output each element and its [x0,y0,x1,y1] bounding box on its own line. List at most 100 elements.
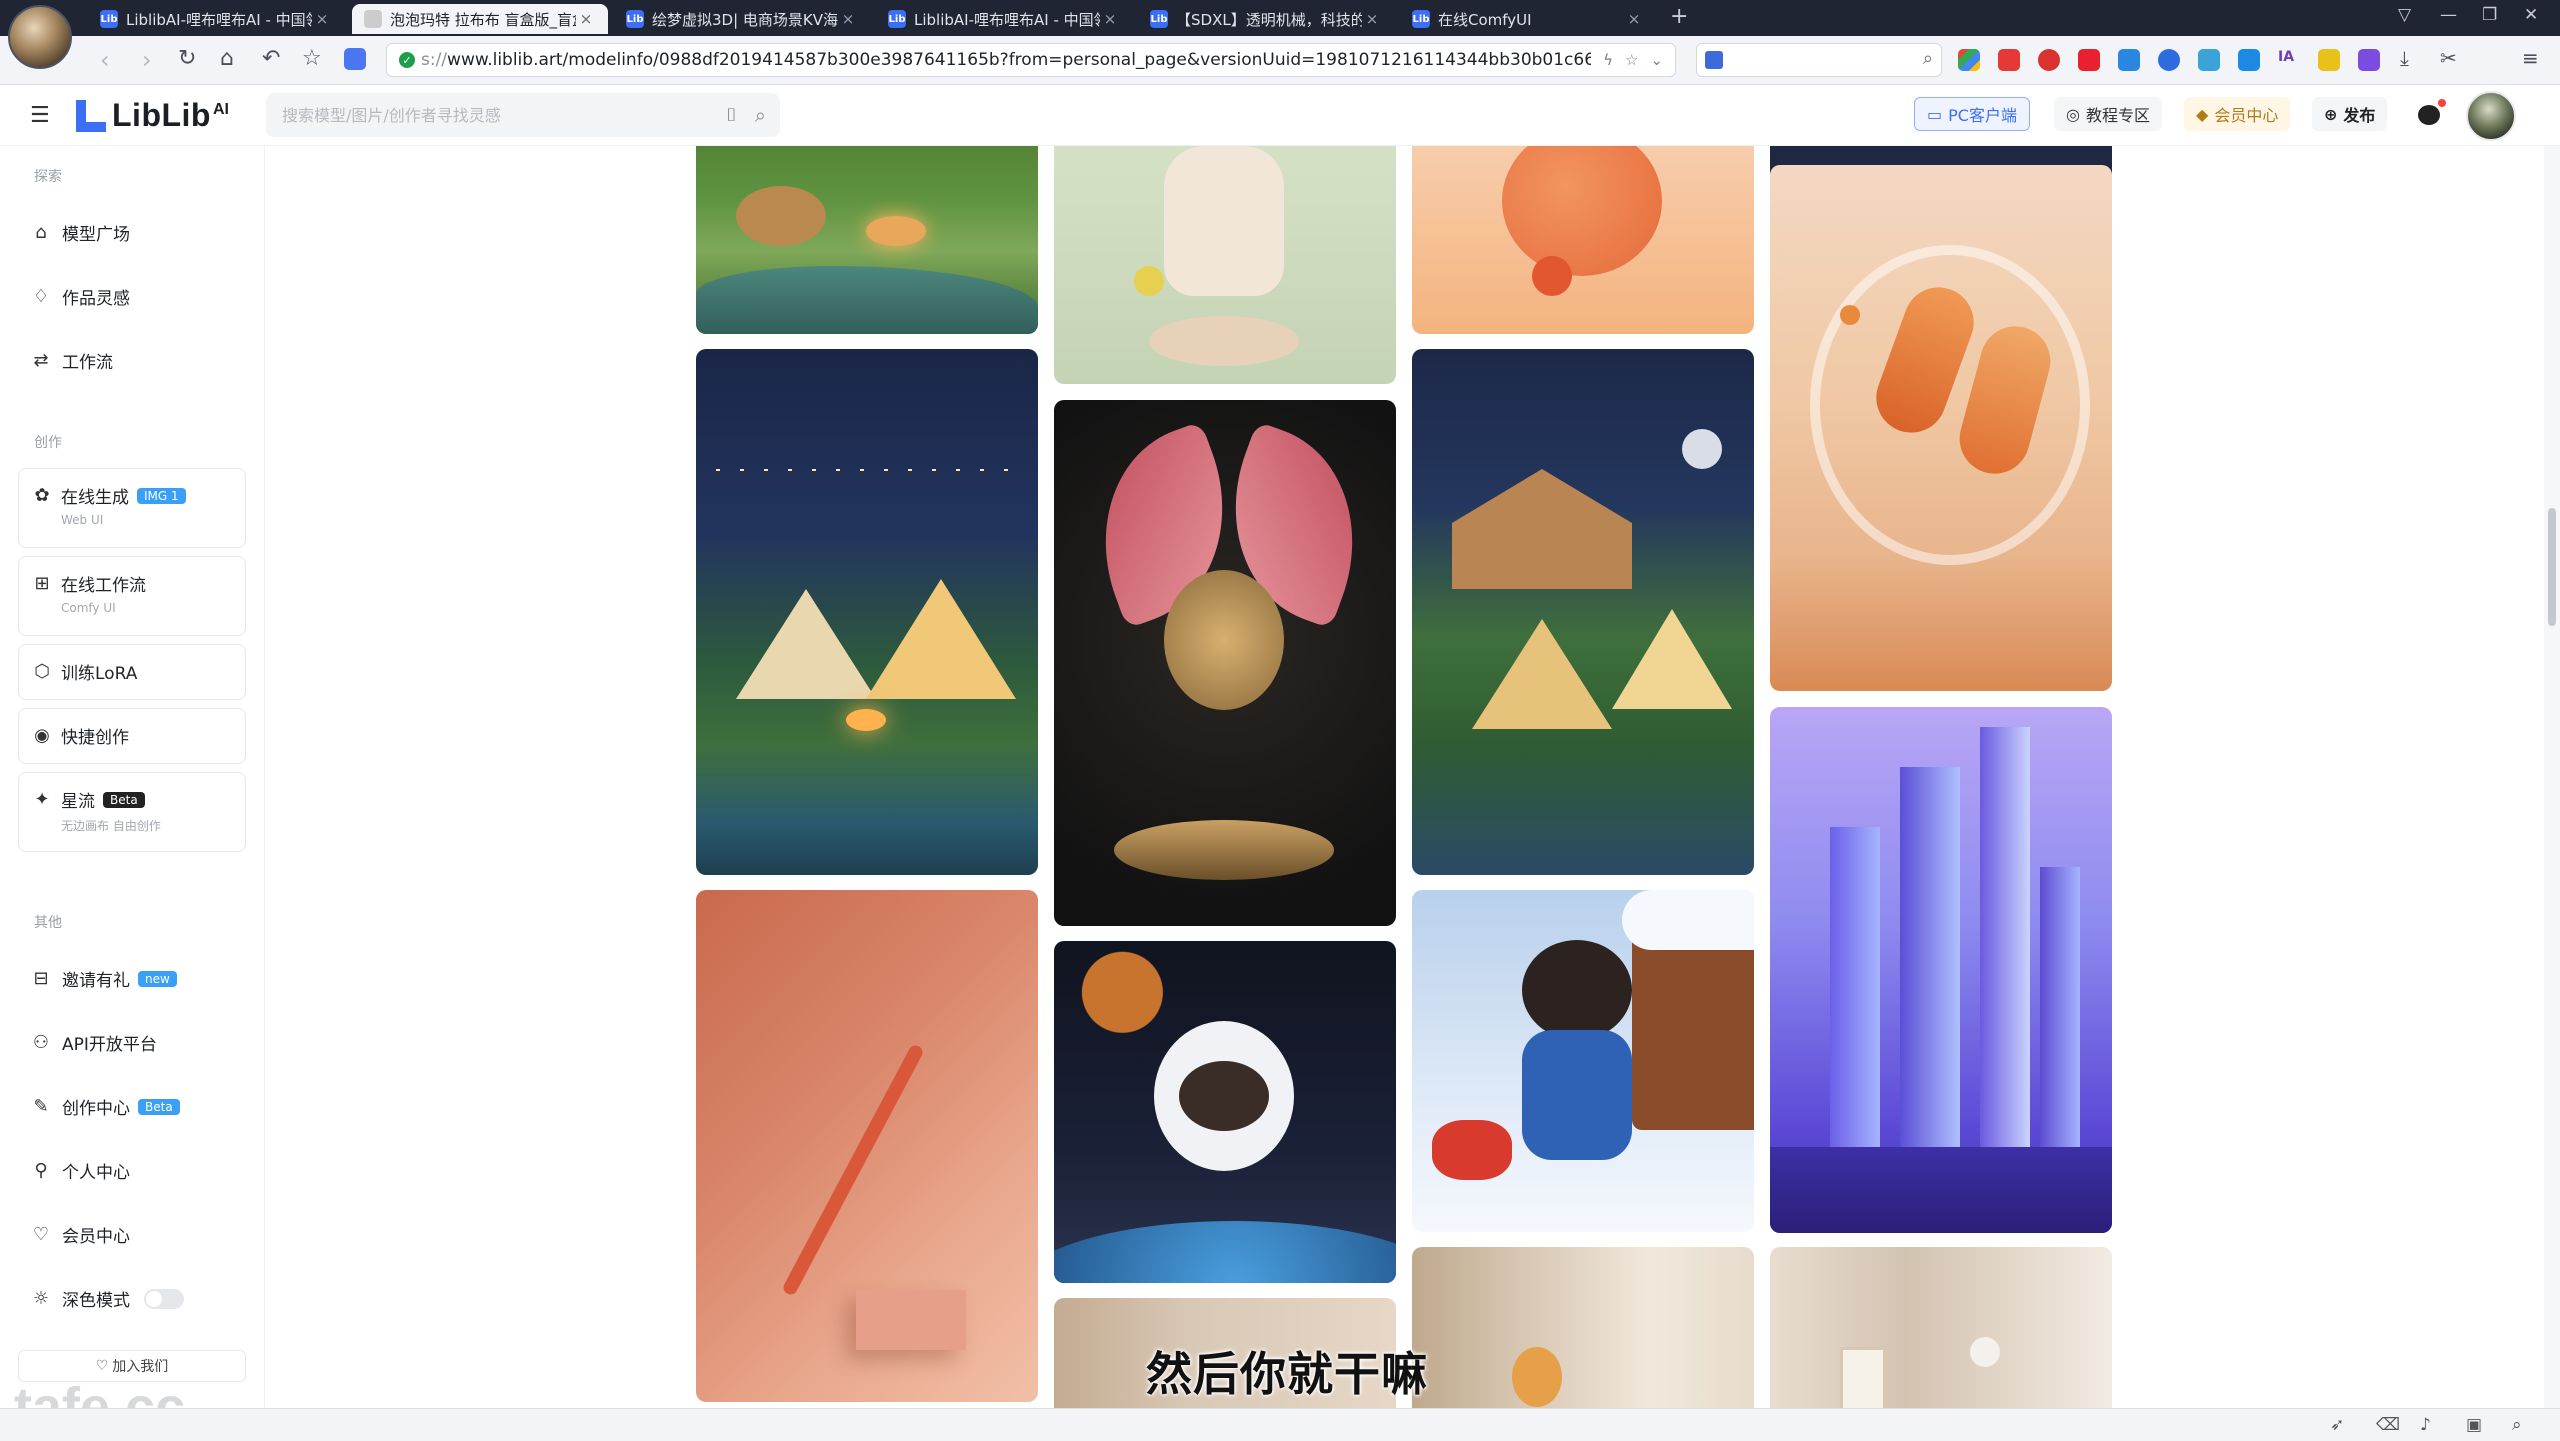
extension-red-icon[interactable] [1998,49,2020,71]
search-input[interactable] [280,104,726,126]
tab-1[interactable]: Lib LiblibAI-哩布哩布AI - 中国领先 × [88,4,344,34]
sidebar-item-model-square[interactable]: ⌂ 模型广场 [30,220,130,245]
undo-icon[interactable]: ↶ [262,46,280,71]
sidebar-item-invite[interactable]: ⊟ 邀请有礼 new [30,966,177,991]
gallery-image-camp-scene-top[interactable] [696,146,1038,334]
gallery-image-desert-capsules[interactable] [1770,165,2112,691]
vip-center-button[interactable]: ◆ 会员中心 [2184,97,2291,131]
gallery-image-figurine-doll[interactable] [1054,146,1396,384]
sidebar-item-workflow[interactable]: ⇄ 工作流 [30,348,113,373]
volume-icon[interactable]: ♪ [2420,1415,2431,1435]
window-icon[interactable]: ▣ [2466,1415,2482,1435]
forward-icon[interactable]: › [142,46,152,74]
scrollbar-thumb[interactable] [2548,508,2556,626]
user-avatar[interactable] [2466,91,2516,141]
apps-grid-icon[interactable] [1958,49,1980,71]
sidebar-toggle-icon[interactable]: ☰ [30,103,50,128]
gallery-image-night-camp-tents[interactable] [696,349,1038,875]
pc-client-button[interactable]: ▭ PC客户端 [1914,97,2030,131]
url-bar[interactable]: ✓ s:// www.liblib.art/modelinfo/0988df20… [386,43,1676,77]
sidebar-item-api[interactable]: ⚇ API开放平台 [30,1030,157,1055]
extension-translate-icon[interactable] [2238,49,2260,71]
tutorials-button[interactable]: ◎ 教程专区 [2054,97,2162,131]
sidebar-item-vip[interactable]: ♡ 会员中心 [30,1222,130,1247]
extension-icon[interactable] [344,48,366,70]
favorite-star-icon[interactable]: ☆ [1625,51,1638,69]
site-search-bar[interactable]: ⌷ ⌕ [266,93,780,137]
gallery-image-steampunk-insect[interactable] [1054,400,1396,926]
liblib-logo[interactable]: LibLib AI [76,97,229,134]
message-icon[interactable] [2418,105,2440,125]
site-header: ☰ LibLib AI ⌷ ⌕ ▭ PC客户端 ◎ 教程专区 ◆ 会员中心 ⊕ 发布 [0,85,2560,146]
sidebar-item-dark-mode[interactable]: ☼ 深色模式 [30,1286,184,1311]
diamond-icon: ◆ [2196,104,2209,124]
extension-screenshot-icon[interactable] [2198,49,2220,71]
extension-weibo-icon[interactable] [2038,49,2060,71]
scissors-icon[interactable]: ✂ [2440,46,2457,70]
menu-icon[interactable]: ≡ [2522,46,2539,70]
tab-2[interactable]: 泡泡玛特 拉布布 盲盒版_盲盒 × [352,4,608,34]
tab-5[interactable]: Lib 【SDXL】透明机械，科技的 × [1138,4,1394,34]
restore-icon[interactable]: ❐ [2482,5,2497,25]
page-scrollbar[interactable] [2544,146,2560,1408]
extension-red2-icon[interactable] [2078,49,2100,71]
gallery-image-orange-character[interactable] [1412,146,1754,334]
extension-purple-icon[interactable] [2358,49,2380,71]
new-tab-button[interactable]: + [1670,4,1688,29]
sidebar-card-star-flow[interactable]: ✦ 星流 Beta 无边画布 自由创作 [18,772,246,852]
camera-search-icon[interactable]: ⌷ [726,105,737,126]
browser-status-bar: ➶ ⌫ ♪ ▣ ⌕ [0,1408,2560,1441]
sidebar-item-creator-center[interactable]: ✎ 创作中心 Beta [30,1094,180,1119]
reload-icon[interactable]: ↻ [178,46,196,71]
extension-edge-icon[interactable] [2158,49,2180,71]
tab-close-icon[interactable]: × [576,10,596,28]
bookmark-star-icon[interactable]: ☆ [302,46,322,71]
gallery-image-space-puppy[interactable] [1054,941,1396,1283]
browser-profile-avatar[interactable] [8,5,72,69]
gallery-image-peach-pen[interactable] [696,890,1038,1402]
extension-yellow-icon[interactable] [2318,49,2340,71]
search-icon[interactable]: ⌕ [755,103,766,127]
tab-3[interactable]: Lib 绘梦虚拟3D| 电商场景KV海报 × [614,4,870,34]
search-icon[interactable]: ⌕ [1923,48,1933,69]
tab-close-icon[interactable]: × [312,10,332,28]
tab-title: 【SDXL】透明机械，科技的 [1176,10,1362,29]
gallery-image-night-camp-island[interactable] [1412,349,1754,875]
download-icon[interactable]: ⤓ [2400,46,2409,70]
sidebar-card-train-lora[interactable]: ⬡ 训练LoRA [18,644,246,700]
back-icon[interactable]: ‹ [100,46,110,74]
gallery-image-cyber-city[interactable] [1770,707,2112,1233]
trash-icon[interactable]: ⌫ [2376,1415,2400,1435]
rocket-icon[interactable]: ➶ [2330,1415,2344,1435]
gallery-image-room-bottom-3[interactable] [1770,1247,2112,1408]
sidebar-card-quick-create[interactable]: ◉ 快捷创作 [18,708,246,764]
gallery-image-room-bottom-2[interactable] [1412,1247,1754,1408]
tab-close-icon[interactable]: × [1362,10,1382,28]
gallery-image-snow-puppy[interactable] [1412,890,1754,1232]
sidebar-item-inspiration[interactable]: ♢ 作品灵感 [30,284,130,309]
tab-6[interactable]: Lib 在线ComfyUI × [1400,4,1656,34]
home-icon[interactable]: ⌂ [220,46,234,71]
dark-mode-toggle[interactable] [144,1288,184,1309]
sidebar-item-profile[interactable]: ⚲ 个人中心 [30,1158,130,1183]
tab-close-icon[interactable]: × [838,10,858,28]
url-text[interactable]: www.liblib.art/modelinfo/0988df201941458… [447,50,1591,70]
tab-list-icon[interactable]: ▽ [2398,5,2411,25]
dropdown-chevron-icon[interactable]: ⌄ [1650,51,1663,69]
close-window-icon[interactable]: ✕ [2524,5,2538,25]
palette-icon: ✿ [34,485,50,506]
tab-close-icon[interactable]: × [1100,10,1120,28]
extension-blue-icon[interactable] [2118,49,2140,71]
tab-close-icon[interactable]: × [1624,10,1644,28]
zoom-icon[interactable]: ⌕ [2512,1415,2522,1435]
minimize-icon[interactable]: — [2440,5,2457,25]
flow-icon: ⊞ [34,573,50,594]
browser-search-box[interactable]: ⌕ [1696,43,1942,77]
sidebar-card-online-generate[interactable]: ✿ 在线生成 IMG 1 Web UI [18,468,246,548]
extension-ia-icon[interactable]: IA [2278,49,2300,71]
lightning-icon[interactable]: ϟ [1603,51,1613,69]
sidebar-card-online-workflow[interactable]: ⊞ 在线工作流 Comfy UI [18,556,246,636]
publish-button[interactable]: ⊕ 发布 [2312,97,2388,131]
creator-icon: ✎ [33,1096,49,1117]
tab-4[interactable]: Lib LiblibAI-哩布哩布AI - 中国领先 × [876,4,1132,34]
